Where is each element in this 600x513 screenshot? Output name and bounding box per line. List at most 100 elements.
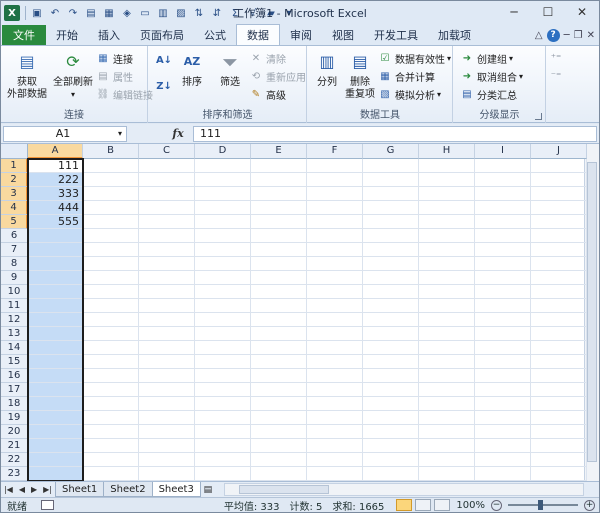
cell-f20[interactable] bbox=[307, 425, 363, 439]
cell-i1[interactable] bbox=[475, 159, 531, 173]
cell-c1[interactable] bbox=[139, 159, 195, 173]
cell-e21[interactable] bbox=[251, 439, 307, 453]
cell-b14[interactable] bbox=[83, 341, 139, 355]
cell-i21[interactable] bbox=[475, 439, 531, 453]
column-header-i[interactable]: I bbox=[475, 144, 531, 159]
column-header-d[interactable]: D bbox=[195, 144, 251, 159]
row-header[interactable]: 8 bbox=[1, 257, 28, 271]
cell-j4[interactable] bbox=[531, 201, 587, 215]
cell-j7[interactable] bbox=[531, 243, 587, 257]
cell-e11[interactable] bbox=[251, 299, 307, 313]
cell-i22[interactable] bbox=[475, 453, 531, 467]
tab-file[interactable]: 文件 bbox=[2, 25, 46, 45]
cell-h16[interactable] bbox=[419, 369, 475, 383]
minimize-button[interactable]: ─ bbox=[497, 1, 531, 23]
cell-c14[interactable] bbox=[139, 341, 195, 355]
row-header[interactable]: 5 bbox=[1, 215, 28, 229]
column-header-b[interactable]: B bbox=[83, 144, 139, 159]
cell-d16[interactable] bbox=[195, 369, 251, 383]
cell-c2[interactable] bbox=[139, 173, 195, 187]
cell-h11[interactable] bbox=[419, 299, 475, 313]
column-header-c[interactable]: C bbox=[139, 144, 195, 159]
cell-g10[interactable] bbox=[363, 285, 419, 299]
row-header[interactable]: 20 bbox=[1, 425, 28, 439]
cell-j3[interactable] bbox=[531, 187, 587, 201]
column-header-a[interactable]: A bbox=[28, 144, 83, 159]
insert-sheet-icon[interactable]: ▤ bbox=[200, 483, 216, 497]
zoom-in-icon[interactable]: + bbox=[584, 499, 595, 511]
cell-d6[interactable] bbox=[195, 229, 251, 243]
sort-ascending-button[interactable]: A↓ bbox=[156, 52, 174, 69]
cell-h8[interactable] bbox=[419, 257, 475, 271]
cell-h2[interactable] bbox=[419, 173, 475, 187]
cell-h17[interactable] bbox=[419, 383, 475, 397]
cell-a13[interactable] bbox=[28, 327, 83, 341]
cell-b21[interactable] bbox=[83, 439, 139, 453]
cell-g11[interactable] bbox=[363, 299, 419, 313]
cell-d3[interactable] bbox=[195, 187, 251, 201]
cell-c23[interactable] bbox=[139, 467, 195, 481]
merge-icon[interactable]: ▭ bbox=[137, 5, 153, 21]
sort-descending-button[interactable]: Z↓ bbox=[156, 78, 174, 95]
row-header[interactable]: 6 bbox=[1, 229, 28, 243]
cell-a2[interactable]: 222 bbox=[28, 173, 83, 187]
page-layout-view-icon[interactable] bbox=[415, 499, 432, 511]
cell-i2[interactable] bbox=[475, 173, 531, 187]
cell-d21[interactable] bbox=[195, 439, 251, 453]
cell-g19[interactable] bbox=[363, 411, 419, 425]
first-sheet-icon[interactable]: |◀ bbox=[4, 485, 13, 494]
cell-d13[interactable] bbox=[195, 327, 251, 341]
cell-a15[interactable] bbox=[28, 355, 83, 369]
cell-e12[interactable] bbox=[251, 313, 307, 327]
sheet-tab-1[interactable]: Sheet1 bbox=[55, 482, 105, 497]
cell-a11[interactable] bbox=[28, 299, 83, 313]
cell-f10[interactable] bbox=[307, 285, 363, 299]
cell-h18[interactable] bbox=[419, 397, 475, 411]
cell-h1[interactable] bbox=[419, 159, 475, 173]
cell-e7[interactable] bbox=[251, 243, 307, 257]
cell-d19[interactable] bbox=[195, 411, 251, 425]
zoom-level[interactable]: 100% bbox=[456, 500, 485, 511]
excel-logo-icon[interactable]: X bbox=[4, 5, 20, 21]
cell-e9[interactable] bbox=[251, 271, 307, 285]
cell-f5[interactable] bbox=[307, 215, 363, 229]
zoom-slider-knob[interactable] bbox=[538, 500, 543, 510]
cell-e10[interactable] bbox=[251, 285, 307, 299]
cell-c18[interactable] bbox=[139, 397, 195, 411]
cell-c6[interactable] bbox=[139, 229, 195, 243]
cell-b2[interactable] bbox=[83, 173, 139, 187]
cell-d1[interactable] bbox=[195, 159, 251, 173]
cell-h21[interactable] bbox=[419, 439, 475, 453]
cell-h12[interactable] bbox=[419, 313, 475, 327]
horizontal-scrollbar[interactable] bbox=[223, 483, 584, 496]
cell-f17[interactable] bbox=[307, 383, 363, 397]
cell-a6[interactable] bbox=[28, 229, 83, 243]
show-detail-button[interactable]: ⁺⁼ bbox=[549, 50, 566, 67]
cell-b13[interactable] bbox=[83, 327, 139, 341]
advanced-button[interactable]: ✎ 高级 bbox=[249, 86, 286, 103]
cell-i17[interactable] bbox=[475, 383, 531, 397]
cell-e13[interactable] bbox=[251, 327, 307, 341]
sheet-tab-2[interactable]: Sheet2 bbox=[103, 482, 153, 497]
cell-c5[interactable] bbox=[139, 215, 195, 229]
macro-record-icon[interactable] bbox=[41, 500, 54, 510]
cell-e19[interactable] bbox=[251, 411, 307, 425]
cell-b22[interactable] bbox=[83, 453, 139, 467]
cell-c15[interactable] bbox=[139, 355, 195, 369]
cell-c9[interactable] bbox=[139, 271, 195, 285]
cell-c13[interactable] bbox=[139, 327, 195, 341]
customize-qat-icon[interactable]: ▾ bbox=[281, 5, 297, 21]
get-external-data-button[interactable]: ▤ 获取 外部数据 bbox=[7, 49, 47, 101]
cell-j14[interactable] bbox=[531, 341, 587, 355]
cell-g7[interactable] bbox=[363, 243, 419, 257]
cell-h5[interactable] bbox=[419, 215, 475, 229]
cell-a17[interactable] bbox=[28, 383, 83, 397]
cell-h20[interactable] bbox=[419, 425, 475, 439]
row-header[interactable]: 2 bbox=[1, 173, 28, 187]
cell-g1[interactable] bbox=[363, 159, 419, 173]
cell-j21[interactable] bbox=[531, 439, 587, 453]
tab-addins[interactable]: 加载项 bbox=[428, 25, 481, 45]
maximize-button[interactable]: ☐ bbox=[531, 1, 565, 23]
cell-i8[interactable] bbox=[475, 257, 531, 271]
row-header[interactable]: 12 bbox=[1, 313, 28, 327]
